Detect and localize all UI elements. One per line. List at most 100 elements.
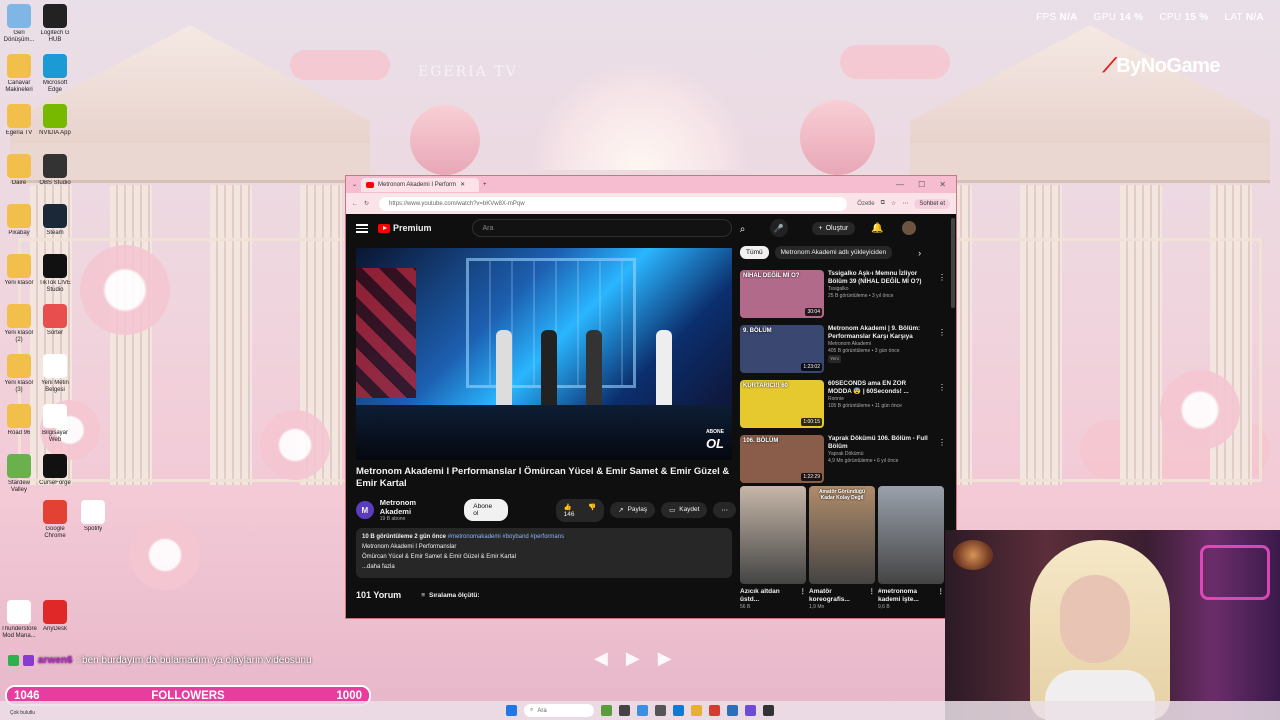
desktop-icon[interactable]: OBS Studio [36, 154, 74, 194]
more-options-icon[interactable]: ⋮ [938, 383, 946, 392]
desktop-icon[interactable]: Daire [0, 154, 38, 194]
hamburger-menu-icon[interactable] [356, 223, 368, 233]
address-bar[interactable]: https://www.youtube.com/watch?v=bKVw8X-m… [379, 196, 848, 211]
related-video-channel[interactable]: Yaprak Dökümü [828, 451, 928, 458]
video-thumbnail[interactable]: KURTARICI!! 60 1:00:15 [740, 380, 824, 428]
related-video-title[interactable]: Metronom Akademi | 9. Bölüm: Performansl… [828, 325, 928, 341]
short-item[interactable]: Amatör Göründüğü Kadar Kolay Değil Amatör… [809, 486, 875, 610]
obs-icon[interactable] [763, 705, 774, 716]
taskbar-search[interactable]: ⌕ Ara [524, 704, 594, 717]
desktop-icon[interactable]: Geri Dönüşüm... [0, 4, 38, 44]
close-tab-icon[interactable]: ✕ [460, 181, 465, 188]
desktop-icon[interactable]: Yeni klasör (3) [0, 354, 38, 394]
chrome-icon[interactable] [709, 705, 720, 716]
settings-more-icon[interactable]: ⋯ [902, 200, 908, 207]
discord-icon[interactable] [745, 705, 756, 716]
store-icon[interactable] [727, 705, 738, 716]
related-video-channel[interactable]: Tssigalko [828, 286, 928, 293]
search-input[interactable]: Ara ⌕ [471, 219, 745, 237]
more-actions-button[interactable]: ⋯ [713, 502, 736, 518]
summarize-button[interactable]: Özetle [857, 201, 874, 207]
video-player[interactable]: ABONE OL [356, 248, 732, 460]
related-video-title[interactable]: 60SECONDS ama EN ZOR MODDA 😨 | 60Seconds… [828, 380, 928, 396]
related-video-item[interactable]: NİHAL DEĞİL Mİ O? 30:04 Tssigalko Aşk-ı Me… [740, 270, 950, 322]
desktop-icon[interactable]: Yeni klasör [0, 254, 38, 294]
desktop-icon[interactable]: Egeria TV [0, 104, 38, 144]
related-video-item[interactable]: KURTARICI!! 60 1:00:15 60SECONDS ama EN ZO… [740, 380, 950, 432]
chips-next-icon[interactable]: › [918, 248, 921, 258]
more-options-icon[interactable]: ⋮ [938, 273, 946, 282]
desktop-icon[interactable]: CurseForge [36, 454, 74, 494]
related-video-channel[interactable]: Metronom Akademi [828, 341, 928, 348]
browser-tab[interactable]: Metronom Akademi I Perform ✕ [361, 177, 480, 192]
chip-from-uploader[interactable]: Metronom Akademi adlı yükleyiciden [774, 246, 893, 259]
related-video-channel[interactable]: Ronnie [828, 396, 928, 403]
video-description[interactable]: 10 B görüntüleme 2 gün önce #metronomaka… [356, 528, 732, 578]
extensions-icon[interactable]: ⧉ [881, 200, 885, 207]
short-title[interactable]: Amatör koreografis... [809, 588, 869, 604]
related-video-title[interactable]: Yaprak Dökümü 106. Bölüm - Full Bölüm [828, 435, 928, 451]
desktop-icon[interactable]: TikTok LIVE Studio [36, 254, 74, 294]
save-button[interactable]: ▭ Kaydet [661, 502, 708, 518]
widgets-icon[interactable] [601, 705, 612, 716]
photos-icon[interactable] [637, 705, 648, 716]
video-thumbnail[interactable]: 9. BÖLÜM 1:23:02 [740, 325, 824, 373]
account-avatar[interactable] [901, 221, 916, 235]
channel-name[interactable]: Metronom Akademi [380, 498, 449, 516]
more-options-icon[interactable]: ⋮ [800, 588, 807, 604]
show-more-link[interactable]: ...daha fazla [362, 562, 726, 572]
short-thumbnail[interactable]: Amatör Göründüğü Kadar Kolay Değil [809, 486, 875, 584]
search-icon[interactable]: ⌕ [731, 220, 755, 238]
more-options-icon[interactable]: ⋮ [938, 588, 945, 604]
more-options-icon[interactable]: ⋮ [869, 588, 876, 604]
short-thumbnail[interactable] [740, 486, 806, 584]
favorites-star-icon[interactable]: ☆ [891, 200, 896, 207]
minimize-button[interactable]: — [896, 180, 904, 189]
maximize-button[interactable]: ☐ [918, 180, 925, 189]
desktop-icon[interactable]: Road 96 [0, 404, 38, 444]
desktop-icon[interactable]: NVIDIA App [36, 104, 74, 144]
file-explorer-icon[interactable] [691, 705, 702, 716]
new-tab-button[interactable]: + [483, 182, 487, 188]
subscribe-button[interactable]: Abone ol [464, 499, 508, 521]
play-icon[interactable]: ▶ [626, 648, 640, 669]
dislike-button[interactable]: 👎 [588, 503, 596, 518]
video-thumbnail[interactable]: 106. BÖLÜM 1:22:29 [740, 435, 824, 483]
short-item[interactable]: #metronoma kademi işte... ⋮ 9,6 B [878, 486, 944, 610]
back-icon[interactable]: ← [352, 201, 358, 207]
desktop-icon[interactable]: Stardew Valley [0, 454, 38, 494]
scrollbar[interactable] [951, 218, 955, 308]
desktop-icon[interactable]: Google Chrome [36, 500, 74, 540]
desktop-icon[interactable]: Steam [36, 204, 74, 244]
share-button[interactable]: ↗ Paylaş [610, 502, 656, 518]
desktop-icon[interactable]: Bilgisayar Web [36, 404, 74, 444]
more-options-icon[interactable]: ⋮ [938, 328, 946, 337]
youtube-logo[interactable]: Premium [378, 223, 432, 233]
related-video-item[interactable]: 9. BÖLÜM 1:23:02 Metronom Akademi | 9. Böl… [740, 325, 950, 377]
refresh-icon[interactable]: ↻ [364, 200, 369, 207]
edge-icon[interactable] [673, 705, 684, 716]
related-video-item[interactable]: 106. BÖLÜM 1:22:29 Yaprak Dökümü 106. Bölü… [740, 435, 950, 487]
desktop-icon[interactable]: Pixabay [0, 204, 38, 244]
short-title[interactable]: #metronoma kademi işte... [878, 588, 938, 604]
close-window-button[interactable]: ✕ [939, 180, 946, 189]
desktop-icon[interactable]: AnyDesk [36, 600, 74, 640]
task-view-icon[interactable] [619, 705, 630, 716]
desktop-icon[interactable]: Yeni klasör (2) [0, 304, 38, 344]
desktop-icon[interactable]: Yeni Metin Belgesi [36, 354, 74, 394]
desktop-icon[interactable]: Microsoft Edge [36, 54, 74, 94]
microphone-icon[interactable]: 🎤 [769, 219, 788, 237]
short-thumbnail[interactable] [878, 486, 944, 584]
terminal-icon[interactable] [655, 705, 666, 716]
channel-avatar[interactable]: M [356, 501, 374, 519]
tab-actions-icon[interactable]: ⌄ [352, 181, 357, 188]
desktop-icon[interactable]: Thunderstore Mod Mana... [0, 600, 38, 640]
start-menu-icon[interactable] [506, 705, 517, 716]
previous-track-icon[interactable]: ◀ [594, 648, 608, 669]
short-title[interactable]: Azıcık altdan üstd... [740, 588, 800, 604]
video-thumbnail[interactable]: NİHAL DEĞİL Mİ O? 30:04 [740, 270, 824, 318]
copilot-chat-button[interactable]: Sohbet et [914, 198, 950, 209]
desktop-icon[interactable]: Sorter [36, 304, 74, 344]
notifications-bell-icon[interactable]: 🔔 [871, 223, 883, 234]
create-button[interactable]: + Oluştur [811, 221, 856, 235]
